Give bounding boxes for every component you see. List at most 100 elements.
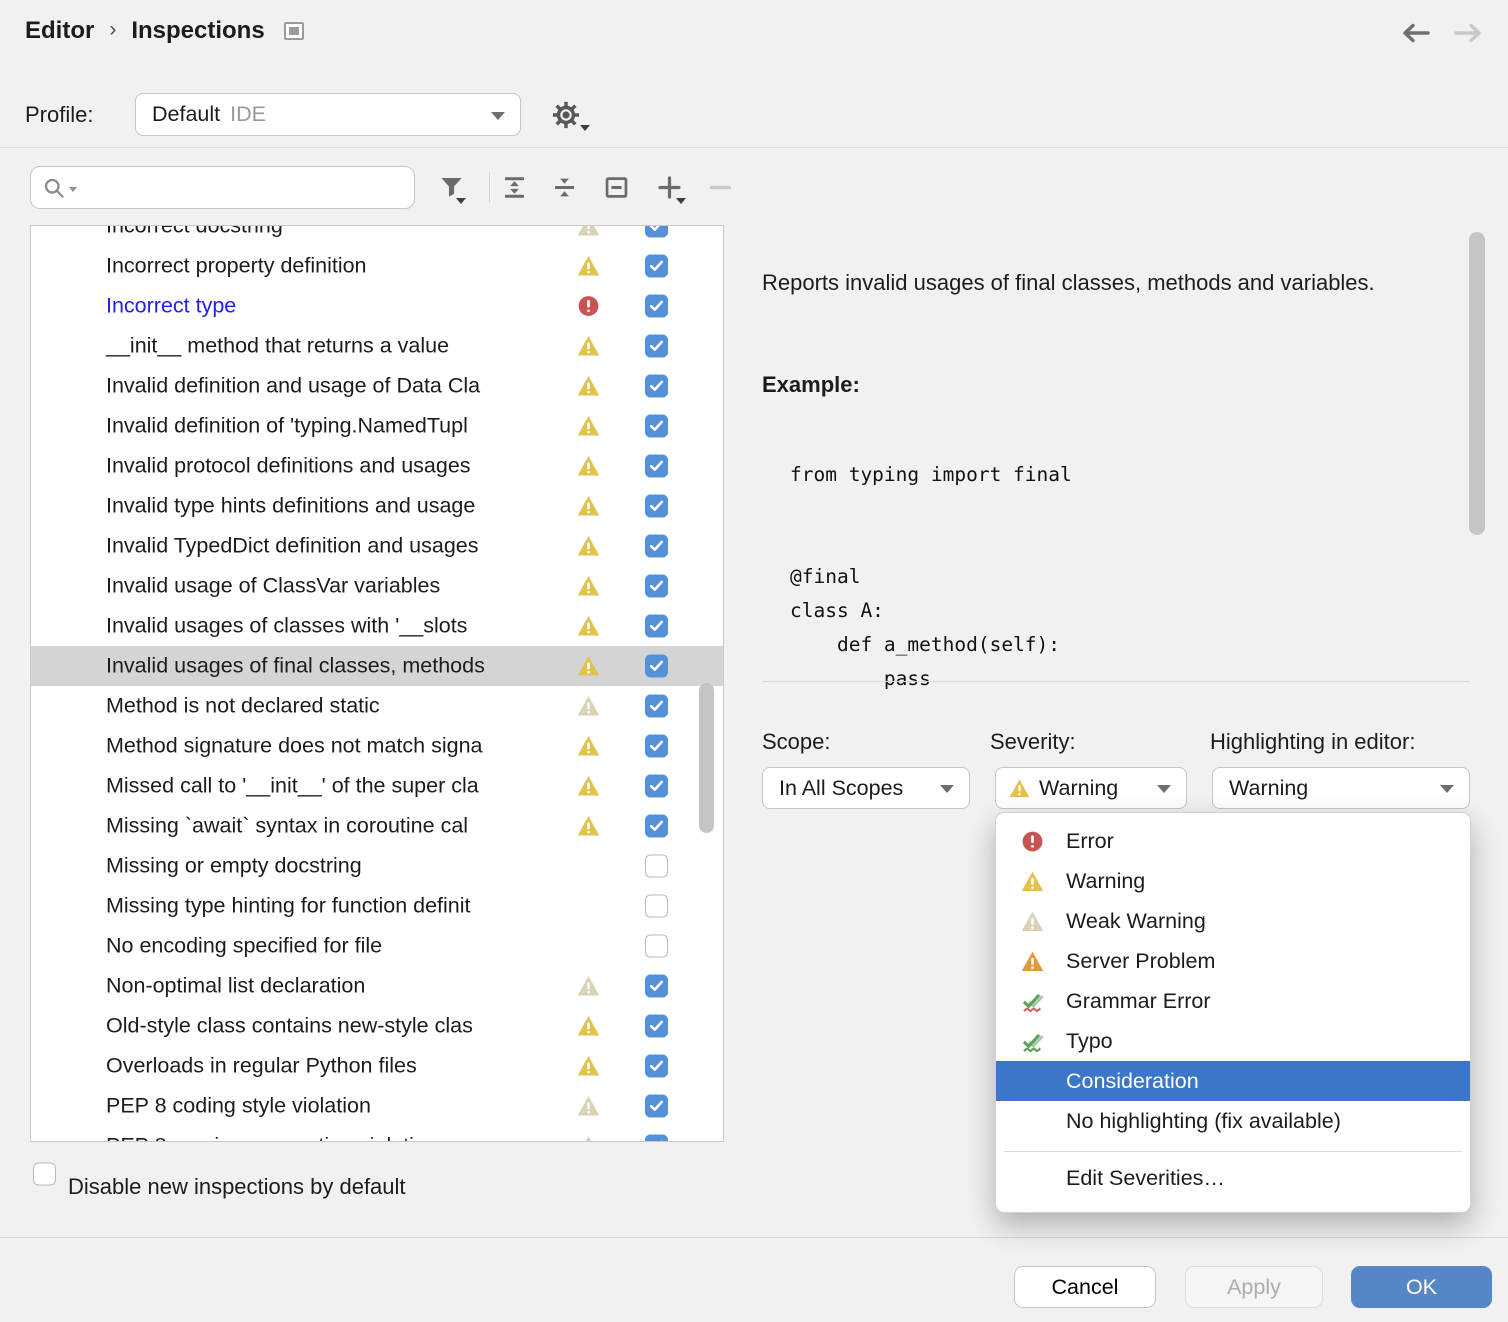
expand-all-icon[interactable] bbox=[501, 174, 528, 201]
ok-button[interactable]: OK bbox=[1351, 1266, 1492, 1308]
inspection-label: Incorrect type bbox=[106, 294, 236, 319]
cancel-button[interactable]: Cancel bbox=[1014, 1266, 1156, 1308]
highlighting-select[interactable]: Warning bbox=[1212, 767, 1470, 809]
inspection-checkbox[interactable] bbox=[645, 335, 668, 358]
inspection-row[interactable]: Incorrect type bbox=[31, 286, 723, 326]
severity-select[interactable]: Warning bbox=[995, 767, 1187, 809]
inspection-checkbox[interactable] bbox=[645, 775, 668, 798]
menu-item-edit-severities[interactable]: Edit Severities… bbox=[996, 1158, 1470, 1198]
search-input[interactable] bbox=[30, 166, 415, 209]
forward-arrow-icon[interactable] bbox=[1452, 20, 1486, 51]
inspection-checkbox[interactable] bbox=[645, 225, 668, 238]
filter-icon[interactable] bbox=[438, 174, 465, 201]
inspection-label: Incorrect docstring bbox=[106, 225, 283, 239]
details-scrollbar[interactable] bbox=[1469, 232, 1485, 535]
inspection-checkbox[interactable] bbox=[645, 615, 668, 638]
menu-item-server-problem[interactable]: Server Problem bbox=[996, 941, 1470, 981]
inspection-checkbox[interactable] bbox=[645, 495, 668, 518]
warning-icon bbox=[577, 775, 600, 798]
disable-new-inspections-checkbox[interactable] bbox=[33, 1163, 56, 1186]
highlighting-value: Warning bbox=[1229, 776, 1308, 801]
inspection-label: Invalid TypedDict definition and usages bbox=[106, 534, 479, 559]
gear-icon[interactable] bbox=[550, 99, 590, 135]
inspection-checkbox[interactable] bbox=[645, 415, 668, 438]
inspection-row[interactable]: No encoding specified for file bbox=[31, 926, 723, 966]
apply-button[interactable]: Apply bbox=[1185, 1266, 1323, 1308]
inspection-row[interactable]: Overloads in regular Python files bbox=[31, 1046, 723, 1086]
list-scrollbar[interactable] bbox=[699, 683, 714, 833]
inspection-row[interactable]: Invalid definition and usage of Data Cla bbox=[31, 366, 723, 406]
inspection-row[interactable]: Missing or empty docstring bbox=[31, 846, 723, 886]
profile-value: Default bbox=[152, 102, 220, 127]
inspection-row[interactable]: Invalid TypedDict definition and usages bbox=[31, 526, 723, 566]
inspection-row[interactable]: Incorrect docstring bbox=[31, 225, 723, 246]
menu-item-consideration[interactable]: Consideration bbox=[996, 1061, 1470, 1101]
inspection-row[interactable]: Invalid definition of 'typing.NamedTupl bbox=[31, 406, 723, 446]
inspection-row[interactable]: PEP 8 naming convention violation bbox=[31, 1126, 723, 1142]
chevron-down-icon bbox=[940, 785, 954, 793]
inspection-checkbox[interactable] bbox=[645, 895, 668, 918]
inspection-checkbox[interactable] bbox=[645, 535, 668, 558]
inspection-checkbox[interactable] bbox=[645, 1055, 668, 1078]
inspection-checkbox[interactable] bbox=[645, 295, 668, 318]
menu-item-error[interactable]: Error bbox=[996, 821, 1470, 861]
inspection-checkbox[interactable] bbox=[645, 815, 668, 838]
breadcrumb-inspections[interactable]: Inspections bbox=[131, 17, 264, 45]
menu-item-weak-warning[interactable]: Weak Warning bbox=[996, 901, 1470, 941]
inspection-checkbox[interactable] bbox=[645, 375, 668, 398]
inspection-row[interactable]: __init__ method that returns a value bbox=[31, 326, 723, 366]
back-arrow-icon[interactable] bbox=[1398, 20, 1432, 51]
inspection-row[interactable]: Incorrect property definition bbox=[31, 246, 723, 286]
inspection-row[interactable]: Missed call to '__init__' of the super c… bbox=[31, 766, 723, 806]
inspection-label: Invalid definition of 'typing.NamedTupl bbox=[106, 414, 468, 439]
inspection-checkbox[interactable] bbox=[645, 1015, 668, 1038]
remove-icon[interactable] bbox=[707, 174, 734, 201]
warning-icon bbox=[577, 375, 600, 398]
collapse-all-icon[interactable] bbox=[551, 174, 578, 201]
inspection-row[interactable]: Invalid usages of classes with '__slots bbox=[31, 606, 723, 646]
inspection-row[interactable]: Missing `await` syntax in coroutine cal bbox=[31, 806, 723, 846]
inspection-checkbox[interactable] bbox=[645, 455, 668, 478]
inspection-row[interactable]: Old-style class contains new-style clas bbox=[31, 1006, 723, 1046]
inspection-checkbox[interactable] bbox=[645, 735, 668, 758]
inspection-row[interactable]: Missing type hinting for function defini… bbox=[31, 886, 723, 926]
inspection-checkbox[interactable] bbox=[645, 855, 668, 878]
server-problem-icon bbox=[1021, 950, 1044, 973]
inspection-row[interactable]: Method signature does not match signa bbox=[31, 726, 723, 766]
inspection-label: Missed call to '__init__' of the super c… bbox=[106, 774, 479, 799]
error-icon bbox=[1021, 830, 1044, 853]
inspection-checkbox[interactable] bbox=[645, 1135, 668, 1143]
inspection-checkbox[interactable] bbox=[645, 695, 668, 718]
inspection-checkbox[interactable] bbox=[645, 575, 668, 598]
menu-item-typo[interactable]: Typo bbox=[996, 1021, 1470, 1061]
inspection-row[interactable]: Method is not declared static bbox=[31, 686, 723, 726]
menu-item-no-highlighting-fix-available[interactable]: No highlighting (fix available) bbox=[996, 1101, 1470, 1141]
menu-item-warning[interactable]: Warning bbox=[996, 861, 1470, 901]
inspection-checkbox[interactable] bbox=[645, 975, 668, 998]
inspection-checkbox[interactable] bbox=[645, 655, 668, 678]
warning-icon bbox=[577, 815, 600, 838]
inspection-checkbox[interactable] bbox=[645, 935, 668, 958]
toolbar-divider bbox=[489, 172, 490, 203]
inspection-row[interactable]: Invalid protocol definitions and usages bbox=[31, 446, 723, 486]
inspection-row[interactable]: Invalid usages of final classes, methods bbox=[31, 646, 723, 686]
inspection-row[interactable]: Invalid usage of ClassVar variables bbox=[31, 566, 723, 606]
inspection-checkbox[interactable] bbox=[645, 1095, 668, 1118]
inspection-checkbox[interactable] bbox=[645, 255, 668, 278]
add-icon[interactable] bbox=[656, 174, 683, 201]
scope-select[interactable]: In All Scopes bbox=[762, 767, 970, 809]
menu-item-grammar-error[interactable]: Grammar Error bbox=[996, 981, 1470, 1021]
reset-inspection-icon[interactable] bbox=[603, 174, 630, 201]
warning-icon bbox=[577, 535, 600, 558]
warning-icon bbox=[577, 575, 600, 598]
breadcrumb-editor[interactable]: Editor bbox=[25, 17, 94, 45]
chevron-down-icon bbox=[1440, 785, 1454, 793]
inspection-row[interactable]: Non-optimal list declaration bbox=[31, 966, 723, 1006]
profile-select[interactable]: Default IDE bbox=[135, 93, 521, 136]
inspection-description: Reports invalid usages of final classes,… bbox=[762, 266, 1418, 299]
warning-icon bbox=[577, 1055, 600, 1078]
inspection-row[interactable]: Invalid type hints definitions and usage bbox=[31, 486, 723, 526]
search-options-caret-icon bbox=[69, 187, 77, 192]
inspection-label: Invalid usages of final classes, methods bbox=[106, 654, 485, 679]
inspection-row[interactable]: PEP 8 coding style violation bbox=[31, 1086, 723, 1126]
